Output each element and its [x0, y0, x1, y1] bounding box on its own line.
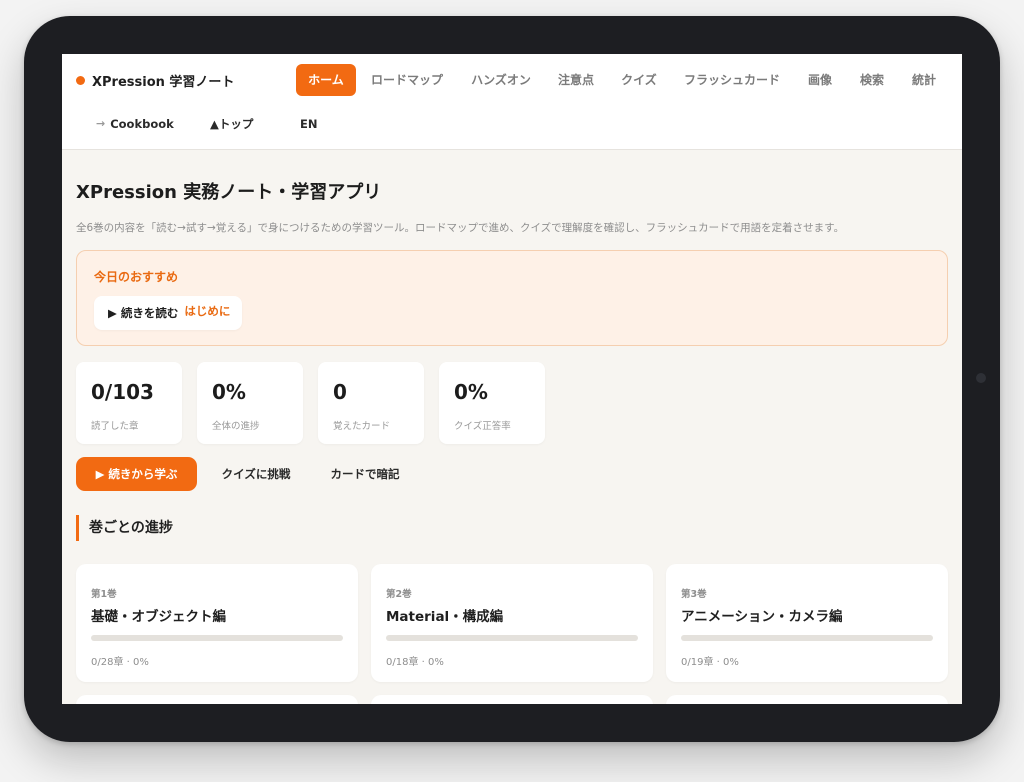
tablet-frame: XPression 学習ノート ホーム ロードマップ ハンズオン 注意点 クイズ…: [24, 16, 1000, 742]
tab-quiz[interactable]: クイズ: [615, 64, 663, 96]
volume-card[interactable]: 第2巻 Material・構成編 0/18章 · 0%: [371, 564, 653, 682]
nav-language-toggle[interactable]: EN: [300, 115, 317, 133]
continue-learning-button[interactable]: ▶ 続きから学ぶ: [76, 457, 197, 491]
volume-title: 基礎・オブジェクト編: [91, 609, 226, 625]
recommendation-heading: 今日のおすすめ: [94, 270, 179, 284]
volume-progress-bar: [386, 635, 638, 641]
main-nav: ホーム ロードマップ ハンズオン 注意点 クイズ フラッシュカード 画像 検索 …: [62, 64, 962, 96]
volume-title: アニメーション・カメラ編: [681, 609, 843, 625]
tab-flashcards[interactable]: フラッシュカード: [676, 64, 788, 96]
volume-progress-text: 0/19章 · 0%: [681, 657, 739, 668]
stat-label: 覚えたカード: [333, 421, 391, 432]
wrench-icon: →: [96, 117, 106, 130]
page-title: XPression 実務ノート・学習アプリ: [76, 182, 382, 203]
tab-handson[interactable]: ハンズオン: [465, 64, 537, 96]
tab-roadmap[interactable]: ロードマップ: [366, 64, 448, 96]
tab-caution[interactable]: 注意点: [552, 64, 600, 96]
volume-card[interactable]: [76, 695, 358, 704]
volume-title: Material・構成編: [386, 609, 504, 625]
nav-cookbook[interactable]: → Cookbook: [96, 115, 174, 133]
tab-search[interactable]: 検索: [853, 64, 891, 96]
stat-value: 0%: [212, 380, 246, 404]
continue-reading-label: ▶ 続きを読む: [108, 306, 179, 320]
recommended-chapter-link[interactable]: はじめに: [184, 303, 230, 319]
volumes-section-title: 巻ごとの進捗: [76, 515, 173, 541]
volume-number: 第3巻: [681, 589, 707, 600]
stat-value: 0/103: [91, 380, 154, 404]
camera-dot: [976, 373, 986, 383]
volume-progress-bar: [681, 635, 933, 641]
app-header: XPression 学習ノート ホーム ロードマップ ハンズオン 注意点 クイズ…: [62, 54, 962, 150]
volume-progress-bar: [91, 635, 343, 641]
tab-home[interactable]: ホーム: [296, 64, 356, 96]
nav-top[interactable]: ▲トップ: [210, 115, 253, 133]
volume-card[interactable]: [371, 695, 653, 704]
tab-images[interactable]: 画像: [801, 64, 839, 96]
stat-card-overall-progress: 0% 全体の進捗: [197, 362, 303, 444]
stat-label: 全体の進捗: [212, 421, 260, 432]
stat-label: 読了した章: [91, 421, 139, 432]
stat-card-chapters-read: 0/103 読了した章: [76, 362, 182, 444]
volume-card[interactable]: [666, 695, 948, 704]
quiz-challenge-button[interactable]: クイズに挑戦: [208, 457, 304, 491]
continue-reading-button[interactable]: ▶ 続きを読む はじめに: [94, 296, 243, 330]
flashcard-memorize-button[interactable]: カードで暗記: [318, 457, 412, 491]
stat-card-cards-learned: 0 覚えたカード: [318, 362, 424, 444]
stat-value: 0: [333, 380, 347, 404]
volume-progress-text: 0/28章 · 0%: [91, 657, 149, 668]
volume-progress-text: 0/18章 · 0%: [386, 657, 444, 668]
volume-number: 第2巻: [386, 589, 412, 600]
volume-card[interactable]: 第1巻 基礎・オブジェクト編 0/28章 · 0%: [76, 564, 358, 682]
stat-label: クイズ正答率: [454, 421, 511, 432]
recommendation-card: 今日のおすすめ ▶ 続きを読む はじめに: [76, 250, 948, 346]
app-screen: XPression 学習ノート ホーム ロードマップ ハンズオン 注意点 クイズ…: [62, 54, 962, 704]
volume-card[interactable]: 第3巻 アニメーション・カメラ編 0/19章 · 0%: [666, 564, 948, 682]
nav-cookbook-label: Cookbook: [110, 117, 174, 131]
tab-stats[interactable]: 統計: [905, 64, 943, 96]
stat-card-quiz-accuracy: 0% クイズ正答率: [439, 362, 545, 444]
volume-number: 第1巻: [91, 589, 117, 600]
page-description: 全6巻の内容を「読む→試す→覚える」で身につけるための学習ツール。ロードマップで…: [76, 222, 845, 234]
stat-value: 0%: [454, 380, 488, 404]
